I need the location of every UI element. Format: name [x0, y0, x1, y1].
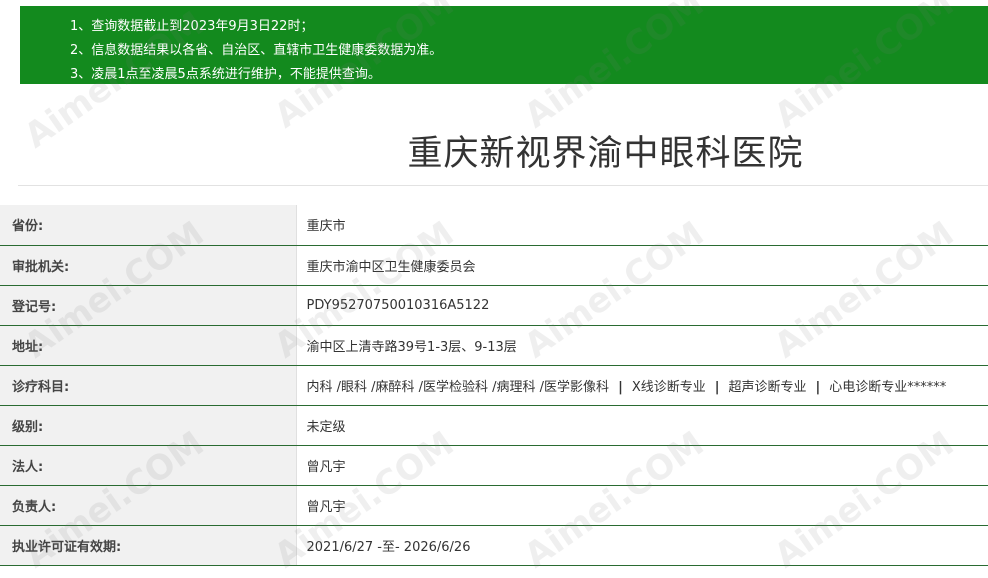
row-value-license-validity: 2021/6/27 -至- 2026/6/26	[295, 525, 988, 566]
table-row: 省份: 重庆市	[0, 205, 988, 246]
table-row: 登记号: PDY95270750010316A5122	[0, 285, 988, 326]
row-label-license-validity: 执业许可证有效期:	[0, 525, 296, 566]
notice-banner: 1、查询数据截止到2023年9月3日22时； 2、信息数据结果以各省、自治区、直…	[20, 6, 988, 84]
table-row: 级别: 未定级	[0, 405, 988, 446]
table-row: 执业许可证有效期: 2021/6/27 -至- 2026/6/26	[0, 525, 988, 566]
table-row: 审批机关: 重庆市渝中区卫生健康委员会	[0, 245, 988, 286]
department-list: 内科 /眼科 /麻醉科 /医学检验科 /病理科 /医学影像科	[306, 379, 610, 395]
separator: |	[714, 379, 720, 395]
notice-line-1: 1、查询数据截止到2023年9月3日22时；	[70, 19, 314, 34]
row-value-departments: 内科 /眼科 /麻醉科 /医学检验科 /病理科 /医学影像科 | X线诊断专业 | 超声…	[295, 365, 988, 406]
notice-line-3: 3、凌晨1点至凌晨5点系统进行维护，不能提供查询。	[70, 67, 381, 82]
separator: |	[815, 379, 821, 395]
row-label-authority: 审批机关:	[0, 245, 296, 286]
notice-line-2: 2、信息数据结果以各省、自治区、直辖市卫生健康委数据为准。	[70, 43, 443, 58]
row-label-province: 省份:	[0, 205, 296, 246]
row-label-address: 地址:	[0, 325, 296, 366]
row-value-province: 重庆市	[295, 205, 988, 246]
row-label-level: 级别:	[0, 405, 296, 446]
info-table: 省份: 重庆市 审批机关: 重庆市渝中区卫生健康委员会 登记号: PDY9527…	[0, 205, 988, 566]
row-label-legal-rep: 法人:	[0, 445, 296, 486]
table-row: 负责人: 曾凡宇	[0, 485, 988, 526]
department-ultrasound: 超声诊断专业	[728, 379, 807, 395]
table-row: 法人: 曾凡宇	[0, 445, 988, 486]
row-value-registration: PDY95270750010316A5122	[295, 285, 988, 326]
row-value-authority: 重庆市渝中区卫生健康委员会	[295, 245, 988, 286]
row-label-departments: 诊疗科目:	[0, 365, 296, 406]
row-value-address: 渝中区上清寺路39号1-3层、9-13层	[295, 325, 988, 366]
row-value-legal-rep: 曾凡宇	[295, 445, 988, 486]
row-label-person-in-charge: 负责人:	[0, 485, 296, 526]
table-row: 地址: 渝中区上清寺路39号1-3层、9-13层	[0, 325, 988, 366]
department-xray: X线诊断专业	[631, 379, 706, 395]
row-value-person-in-charge: 曾凡宇	[295, 485, 988, 526]
row-value-level: 未定级	[295, 405, 988, 446]
separator: |	[618, 379, 623, 395]
row-label-registration: 登记号:	[0, 285, 296, 326]
department-ecg: 心电诊断专业******	[829, 379, 947, 395]
table-row: 诊疗科目: 内科 /眼科 /麻醉科 /医学检验科 /病理科 /医学影像科 | X线诊…	[0, 365, 988, 406]
page-title: 重庆新视界渝中眼科医院	[407, 134, 804, 174]
title-area: 重庆新视界渝中眼科医院	[18, 105, 988, 186]
